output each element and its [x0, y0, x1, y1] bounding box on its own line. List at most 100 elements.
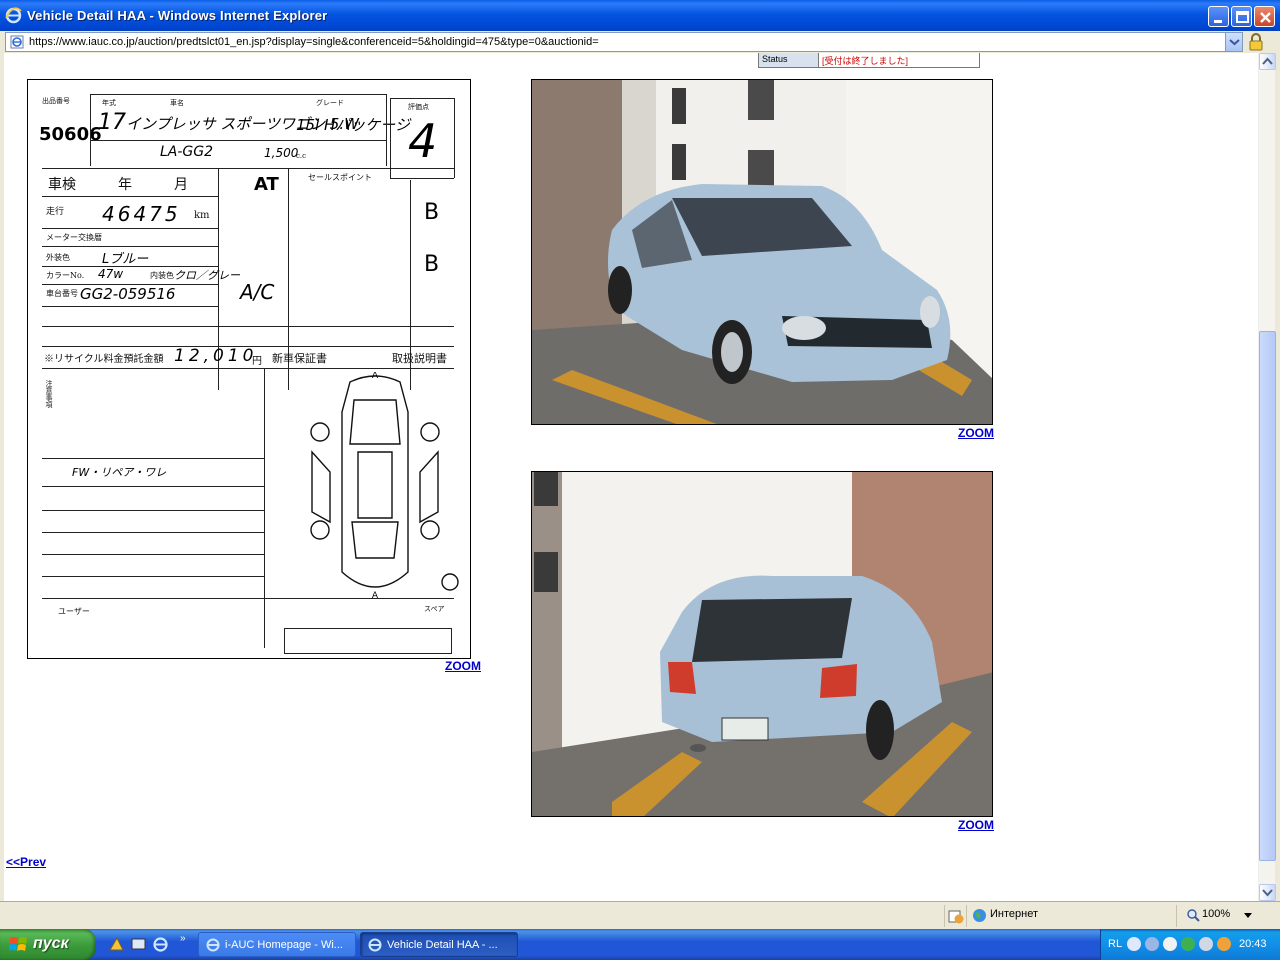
- scroll-thumb[interactable]: [1259, 331, 1276, 861]
- zoom-level[interactable]: 100%: [1202, 908, 1230, 920]
- internet-explorer-icon[interactable]: [152, 936, 169, 953]
- svg-text:A: A: [372, 372, 379, 381]
- quicklaunch-overflow-icon[interactable]: »: [180, 933, 186, 944]
- ac-value: A/C: [240, 280, 275, 304]
- recycle-label: ※リサイクル料金預託金額: [44, 354, 164, 365]
- close-button[interactable]: [1254, 6, 1275, 27]
- inspection-label: 車検: [48, 177, 76, 193]
- internet-explorer-icon: [206, 938, 220, 952]
- title-bar[interactable]: Vehicle Detail HAA - Windows Internet Ex…: [0, 0, 1280, 31]
- exterior-grade: B: [424, 200, 440, 225]
- window-title: Vehicle Detail HAA - Windows Internet Ex…: [27, 8, 328, 23]
- interior-color-value: クロ／グレー: [174, 269, 240, 282]
- chevron-down-icon[interactable]: [1244, 913, 1252, 919]
- year-label: 年式: [102, 99, 116, 107]
- model-code: LA-GG2: [160, 144, 214, 160]
- mileage-label: 走行: [46, 207, 65, 217]
- taskbar-item-vehicle-detail[interactable]: Vehicle Detail HAA - ...: [360, 932, 518, 957]
- exterior-color-value: Lブルー: [102, 252, 149, 267]
- status-row: Status [受付は終了しました]: [758, 53, 980, 68]
- sales-point-label: セールスポイント: [308, 173, 372, 182]
- grade-label: グレード: [316, 99, 344, 107]
- interior-grade: B: [424, 252, 440, 277]
- warranty-label: 新車保証書: [272, 352, 327, 365]
- notes-label: 注意事項: [45, 380, 53, 408]
- score-label: 評価点: [408, 103, 429, 111]
- cc-unit: c.c: [296, 152, 307, 160]
- lot-number: 50606: [39, 124, 102, 145]
- interior-color-label: 内装色: [150, 271, 174, 280]
- zoom-link-sheet[interactable]: ZOOM: [445, 659, 481, 673]
- taskbar: пуск » i-AUC Homepage - Wi... Vehicle De…: [0, 929, 1280, 960]
- start-label: пуск: [33, 935, 69, 952]
- manual-label: 取扱説明書: [392, 352, 447, 365]
- score-value: 4: [408, 114, 438, 168]
- lock-icon[interactable]: [1248, 33, 1264, 51]
- mileage-value: 46475: [102, 202, 181, 226]
- transmission-value: AT: [254, 174, 279, 195]
- maximize-button[interactable]: [1231, 6, 1252, 27]
- car-diagram: A A: [310, 372, 459, 601]
- speech-bubble-icon[interactable]: [1163, 937, 1177, 951]
- chassis-value: GG2-059516: [80, 285, 176, 303]
- status-bar: Интернет 100%: [0, 901, 1280, 929]
- status-label: Status: [759, 53, 819, 67]
- address-dropdown-button[interactable]: [1225, 33, 1242, 51]
- vehicle-rear-photo[interactable]: [531, 471, 993, 817]
- km-unit: km: [194, 210, 210, 221]
- color-no-value: 47w: [98, 267, 124, 281]
- zoom-link-rear[interactable]: ZOOM: [958, 818, 994, 832]
- internet-explorer-icon: [5, 7, 22, 24]
- vehicle-front-photo[interactable]: [531, 79, 993, 425]
- displacement: 1,500: [264, 146, 299, 160]
- system-tray: RL 20:43: [1100, 929, 1280, 960]
- chevron-down-icon: [1262, 889, 1273, 897]
- exterior-color-label: 外装色: [46, 253, 70, 262]
- clock: 20:43: [1239, 938, 1267, 950]
- volume-icon[interactable]: [1217, 937, 1231, 951]
- name-label: 車名: [170, 99, 184, 107]
- security-center-icon[interactable]: [1181, 937, 1195, 951]
- address-field[interactable]: https://www.iauc.co.jp/auction/predtslct…: [5, 32, 1243, 52]
- chevron-down-icon: [1229, 39, 1240, 46]
- address-bar: https://www.iauc.co.jp/auction/predtslct…: [0, 31, 1280, 53]
- monitor-icon[interactable]: [1199, 937, 1213, 951]
- color-no-label: カラーNo.: [46, 271, 85, 280]
- status-value: [受付は終了しました]: [822, 56, 909, 66]
- scroll-down-button[interactable]: [1259, 884, 1276, 901]
- tray-arrow-icon[interactable]: [1127, 937, 1141, 951]
- security-warning-icon[interactable]: [948, 908, 964, 924]
- language-indicator[interactable]: RL: [1108, 938, 1122, 950]
- magnifier-icon: [1187, 909, 1200, 922]
- internet-explorer-icon: [368, 938, 382, 952]
- chassis-label: 車台番号: [46, 289, 78, 298]
- yen-unit: 円: [252, 356, 262, 367]
- minimize-button[interactable]: [1208, 6, 1229, 27]
- inspection-year-label: 年: [118, 177, 132, 193]
- security-zone-text: Интернет: [990, 908, 1038, 920]
- network-icon[interactable]: [1145, 937, 1159, 951]
- grade-value: 15i Hパッケージ: [296, 116, 411, 134]
- globe-icon: [973, 909, 986, 922]
- quicklaunch-icon[interactable]: [108, 936, 125, 953]
- show-desktop-icon[interactable]: [130, 936, 147, 953]
- inspection-month-label: 月: [174, 177, 188, 193]
- chevron-up-icon: [1262, 57, 1273, 65]
- svg-text:A: A: [372, 591, 379, 601]
- start-button[interactable]: пуск: [0, 929, 96, 960]
- recycle-amount: 12,010: [174, 346, 258, 366]
- scroll-up-button[interactable]: [1259, 53, 1276, 70]
- user-label: ユーザー: [58, 607, 90, 616]
- year-value: 17: [98, 110, 126, 135]
- page-content: Status [受付は終了しました] 出品番号 50606 年式 17 車名 イ…: [4, 53, 1258, 901]
- repair-note: FW・リペア・ワレ: [72, 466, 167, 479]
- url-text: https://www.iauc.co.jp/auction/predtslct…: [29, 36, 599, 48]
- prev-link[interactable]: <<Prev: [6, 855, 46, 869]
- lot-number-label: 出品番号: [42, 97, 70, 105]
- zoom-link-front[interactable]: ZOOM: [958, 426, 994, 440]
- vertical-scrollbar[interactable]: [1258, 53, 1276, 901]
- windows-logo-icon: [9, 937, 27, 951]
- auction-sheet-image[interactable]: 出品番号 50606 年式 17 車名 インプレッサ スポーツワゴン 5.W グ…: [27, 79, 471, 659]
- page-icon: [10, 35, 24, 49]
- taskbar-item-iauc-homepage[interactable]: i-AUC Homepage - Wi...: [198, 932, 356, 957]
